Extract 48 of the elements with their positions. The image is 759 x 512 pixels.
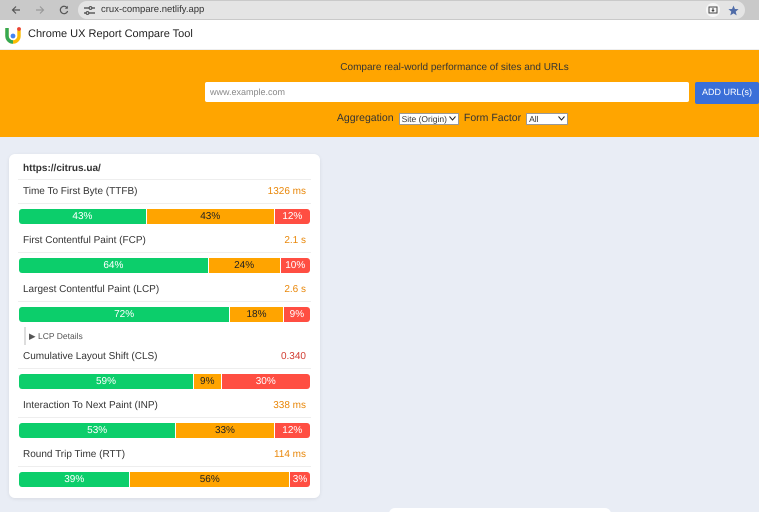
metric-value: 2.1 s (284, 234, 306, 248)
distribution-segment: 12% (274, 209, 310, 224)
app-logo-icon (4, 26, 22, 44)
distribution-segment: 64% (19, 258, 208, 273)
metric-value: 338 ms (273, 399, 306, 413)
metric-name: Interaction To Next Paint (INP) (23, 399, 158, 413)
form-factor-label: Form Factor (464, 111, 522, 126)
distribution-segment: 43% (19, 209, 146, 224)
distribution-segment: 39% (19, 472, 130, 487)
app-title: Chrome UX Report Compare Tool (28, 27, 193, 42)
form-factor-select[interactable]: All (526, 112, 568, 125)
distribution-segment: 59% (19, 374, 193, 389)
aggregation-select[interactable]: Site (Origin) (398, 112, 459, 125)
metric-value: 114 ms (274, 448, 306, 462)
site-url: https://citrus.ua/ (18, 158, 311, 180)
bookmark-star-icon[interactable] (728, 4, 739, 16)
metric-name: First Contentful Paint (FCP) (23, 234, 146, 248)
distribution-segment: 72% (19, 307, 230, 322)
metric-value: 1326 ms (268, 185, 306, 199)
metric-value: 0.340 (280, 350, 306, 364)
add-url-button[interactable]: ADD URL(s) (695, 82, 759, 104)
url-input-field[interactable]: www.example.com (205, 82, 689, 102)
distribution-segment: 30% (222, 374, 310, 389)
distribution-segment: 10% (280, 258, 310, 273)
aggregation-label: Aggregation (336, 111, 394, 126)
tune-icon[interactable] (84, 6, 95, 14)
distribution-segment: 56% (130, 472, 289, 487)
distribution-segment: 18% (230, 307, 283, 322)
install-app-icon[interactable] (706, 3, 720, 17)
address-bar[interactable]: crux-compare.netlify.app (78, 1, 745, 19)
metric-value: 2.6 s (284, 283, 306, 297)
distribution-segment: 53% (19, 423, 176, 438)
distribution-segment: 12% (274, 423, 310, 438)
distribution-segment: 43% (146, 209, 274, 224)
metric-name: Round Trip Time (RTT) (23, 448, 126, 462)
tagline: Compare real-world performance of sites and URLs (340, 61, 569, 75)
distribution-segment: 9% (284, 307, 310, 322)
distribution-segment: 33% (176, 423, 274, 438)
caret-icon (448, 116, 456, 122)
distribution-segment: 9% (194, 374, 221, 389)
url-text: crux-compare.netlify.app (101, 2, 204, 17)
distribution-segment: 24% (208, 258, 280, 273)
caret-icon (558, 116, 566, 122)
lcp-details-toggle[interactable]: ▶ LCP Details (24, 327, 311, 345)
metric-name: Largest Contentful Paint (LCP) (23, 283, 160, 297)
metric-name: Time To First Byte (TTFB) (23, 185, 138, 199)
distribution-segment: 3% (290, 472, 310, 487)
metric-name: Cumulative Layout Shift (CLS) (23, 350, 158, 364)
